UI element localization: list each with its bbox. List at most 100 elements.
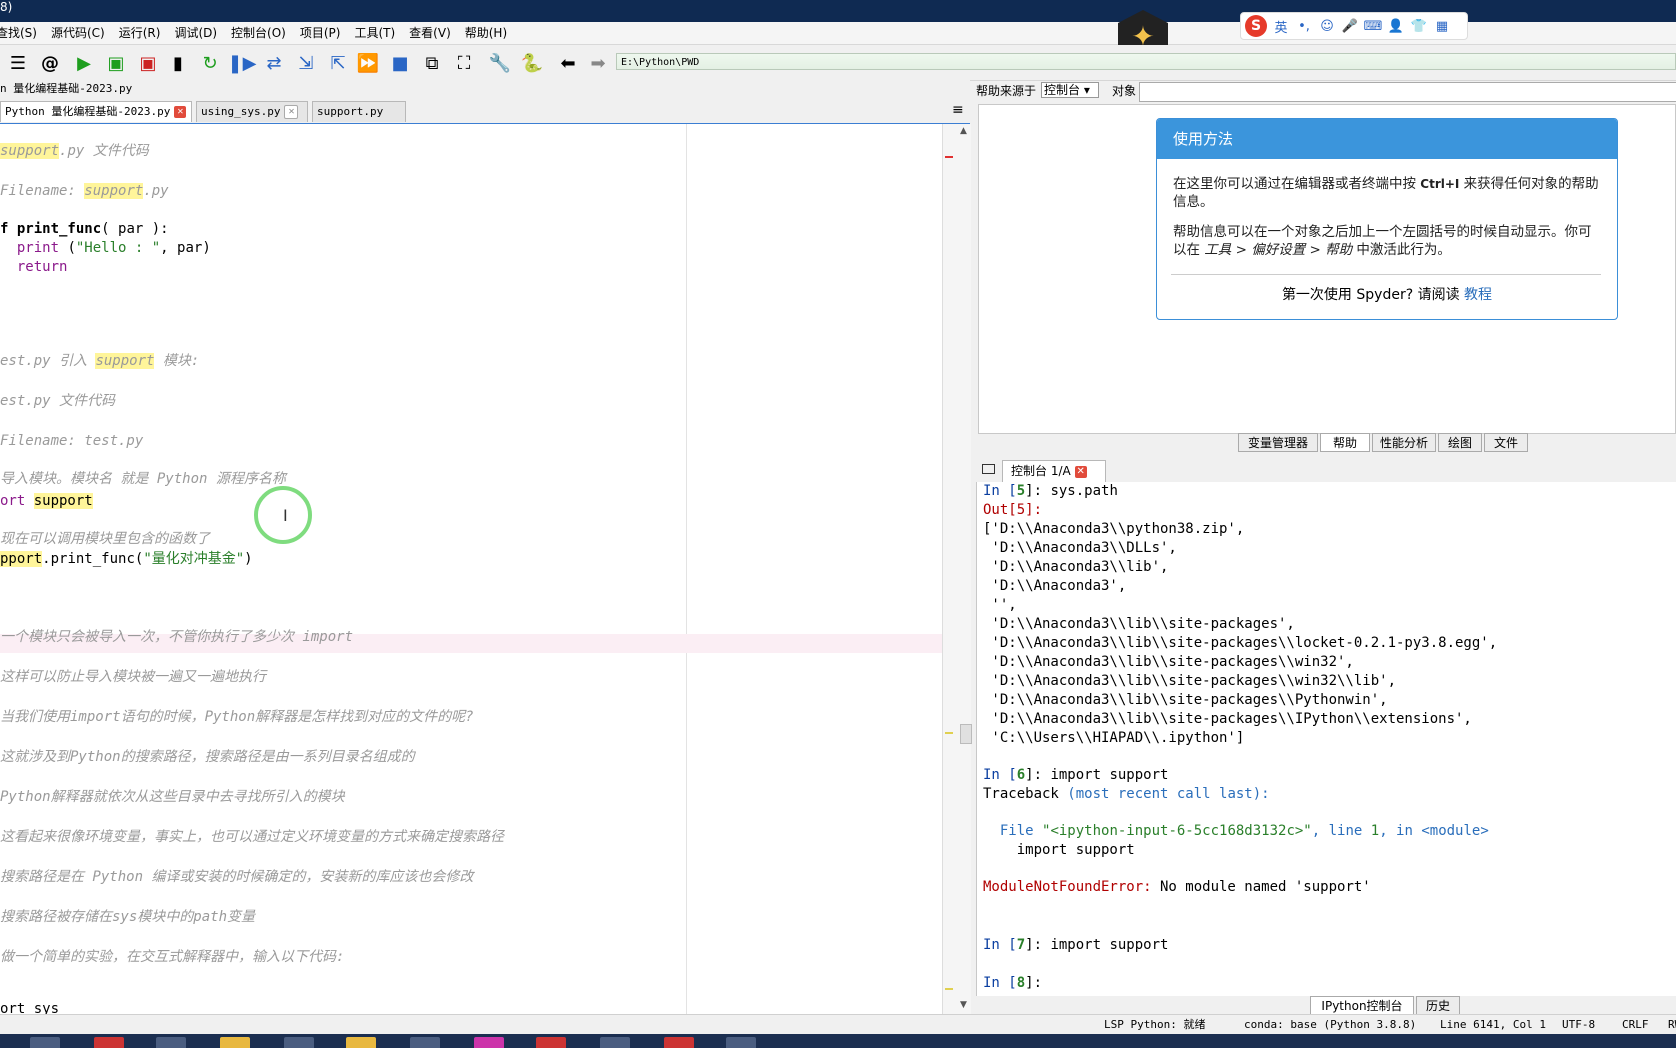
tab-support[interactable]: support.py✕ — [312, 101, 406, 139]
taskbar-item[interactable] — [284, 1037, 314, 1048]
scroll-down-icon[interactable]: ▼ — [960, 1000, 967, 1010]
tab-main-file[interactable]: Python 量化编程基础-2023.py ✕ — [0, 101, 192, 122]
close-icon[interactable]: ✕ — [174, 106, 187, 118]
run-icon[interactable]: ▶ — [72, 51, 96, 75]
code-line: 这就涉及到Python的搜索路径，搜索路径是由一系列目录名组成的 — [0, 749, 415, 765]
menu-debug[interactable]: 调试(D) — [168, 22, 225, 44]
code-line: f print_func( par ): — [0, 221, 169, 237]
at-icon[interactable]: @ — [38, 51, 62, 75]
folder-icon[interactable] — [982, 464, 995, 474]
scroll-up-icon[interactable]: ▲ — [960, 126, 967, 136]
ime-punct-toggle[interactable]: •, — [1295, 17, 1313, 35]
grid-icon[interactable]: ▦ — [1433, 17, 1451, 35]
menu-tools[interactable]: 工具(T) — [348, 22, 403, 44]
step-return-icon[interactable]: ⇱ — [326, 51, 350, 75]
console-line: File "<ipython-input-6-5cc168d3132c>", l… — [983, 823, 1489, 839]
console-line: In [7]: import support — [983, 937, 1169, 953]
tab-using-sys[interactable]: using_sys.py ✕ — [196, 101, 308, 122]
tab-label: 控制台 1/A — [1011, 464, 1071, 478]
taskbar-item[interactable] — [30, 1037, 60, 1048]
console-line: 'D:\\Anaconda3\\lib\\site-packages\\win3… — [983, 673, 1397, 689]
taskbar-item[interactable] — [220, 1037, 250, 1048]
taskbar-item[interactable] — [536, 1037, 566, 1048]
fullscreen-icon[interactable]: ⛶ — [452, 51, 476, 75]
sogou-logo-icon[interactable]: S — [1245, 15, 1267, 37]
microphone-icon[interactable]: 🎤 — [1341, 17, 1359, 35]
code-line: est.py 引入 support 模块: — [0, 353, 200, 369]
lsp-status: LSP Python: 就绪 — [1104, 1018, 1206, 1031]
console-prompt[interactable]: In [8]: — [983, 974, 1042, 993]
close-icon[interactable]: ✕ — [284, 105, 299, 119]
maximize-pane-icon[interactable]: ⧉ — [420, 51, 444, 75]
run-cell-advance-icon[interactable]: ▣ — [136, 51, 160, 75]
skin-icon[interactable]: 👕 — [1410, 17, 1428, 35]
console-line: In [6]: import support — [983, 767, 1169, 783]
code-line: Filename: support.py — [0, 183, 169, 199]
code-editor[interactable]: support.py 文件代码 Filename: support.py f p… — [0, 124, 942, 1014]
window-title: 8) — [0, 0, 13, 14]
console-line: ModuleNotFoundError: No module named 'su… — [983, 879, 1371, 895]
tab-history[interactable]: 历史 — [1416, 996, 1460, 1015]
code-line: 一个模块只会被导入一次，不管你执行了多少次 import — [0, 629, 353, 645]
help-object-label: 对象 — [1112, 84, 1137, 98]
editor-scrollbar[interactable]: ▲ ▼ — [942, 124, 972, 1014]
tab-files[interactable]: 文件 — [1484, 433, 1528, 452]
list-icon[interactable]: ☰ — [6, 51, 30, 75]
keyboard-icon[interactable]: ⌨ — [1364, 17, 1383, 35]
hamburger-menu-icon[interactable]: ≡ — [952, 103, 966, 117]
menu-run[interactable]: 运行(R) — [113, 22, 169, 44]
taskbar-item[interactable] — [94, 1037, 124, 1048]
continue-icon[interactable]: ⏩ — [356, 51, 380, 75]
taskbar-item[interactable] — [664, 1037, 694, 1048]
menu-search[interactable]: 查找(S) — [0, 22, 45, 44]
user-icon[interactable]: 👤 — [1387, 17, 1405, 35]
menu-console[interactable]: 控制台(O) — [225, 22, 294, 44]
taskbar-item[interactable] — [410, 1037, 440, 1048]
taskbar-item[interactable] — [726, 1037, 756, 1048]
taskbar-item[interactable] — [346, 1037, 376, 1048]
ipython-console[interactable]: In [5]: sys.path Out[5]: ['D:\\Anaconda3… — [976, 482, 1676, 996]
menu-help[interactable]: 帮助(H) — [459, 22, 515, 44]
console-line: 'D:\\Anaconda3\\lib\\site-packages\\IPyt… — [983, 711, 1472, 727]
editor-filepath: n 量化编程基础-2023.py — [0, 80, 970, 98]
rerun-icon[interactable]: ↻ — [198, 51, 222, 75]
text-cursor-icon: I — [283, 506, 288, 525]
tab-plots[interactable]: 绘图 — [1438, 433, 1482, 452]
preferences-icon[interactable]: 🔧 — [488, 51, 512, 75]
taskbar-item[interactable] — [474, 1037, 504, 1048]
working-directory-input[interactable]: E:\Python\PWD — [616, 53, 1676, 70]
warning-marker — [945, 732, 953, 734]
tab-console[interactable]: 控制台 1/A ✕ — [1002, 460, 1106, 482]
step-icon[interactable]: ⇄ — [262, 51, 286, 75]
stop-icon[interactable]: ■ — [388, 51, 412, 75]
tab-help[interactable]: 帮助 — [1320, 433, 1370, 452]
pythonpath-icon[interactable]: 🐍 — [520, 51, 544, 75]
step-into-icon[interactable]: ⇲ — [294, 51, 318, 75]
scrollbar-thumb[interactable] — [960, 724, 972, 744]
tutorial-link[interactable]: 教程 — [1464, 287, 1492, 303]
console-line: '', — [983, 597, 1017, 613]
menu-source[interactable]: 源代码(C) — [45, 22, 113, 44]
emoji-icon[interactable]: ☺ — [1318, 17, 1336, 35]
warning-marker — [945, 988, 953, 990]
menu-view[interactable]: 查看(V) — [403, 22, 459, 44]
debug-icon[interactable]: ❚▶ — [228, 51, 257, 75]
tab-ipython-console[interactable]: IPython控制台 — [1310, 996, 1414, 1015]
run-cell-icon[interactable]: ▣ — [104, 51, 128, 75]
tab-profiler[interactable]: 性能分析 — [1372, 433, 1436, 452]
help-source-select[interactable]: 控制台 ▾ — [1041, 82, 1099, 98]
run-selection-icon[interactable]: ▮ — [166, 51, 190, 75]
back-icon[interactable]: ⬅ — [556, 51, 580, 75]
tab-variable-explorer[interactable]: 变量管理器 — [1238, 433, 1318, 452]
menu-project[interactable]: 项目(P) — [294, 22, 349, 44]
line-endings: CRLF — [1622, 1018, 1649, 1031]
close-icon[interactable]: ✕ — [1074, 465, 1087, 478]
taskbar-item[interactable] — [156, 1037, 186, 1048]
help-object-input[interactable] — [1139, 82, 1676, 102]
console-line: Traceback (most recent call last): — [983, 786, 1270, 802]
console-line: 'D:\\Anaconda3\\lib\\site-packages\\lock… — [983, 635, 1498, 651]
taskbar-item[interactable] — [600, 1037, 630, 1048]
code-line: 做一个简单的实验，在交互式解释器中，输入以下代码: — [0, 949, 345, 965]
ime-lang-toggle[interactable]: 英 — [1272, 17, 1290, 36]
forward-icon[interactable]: ➡ — [586, 51, 610, 75]
